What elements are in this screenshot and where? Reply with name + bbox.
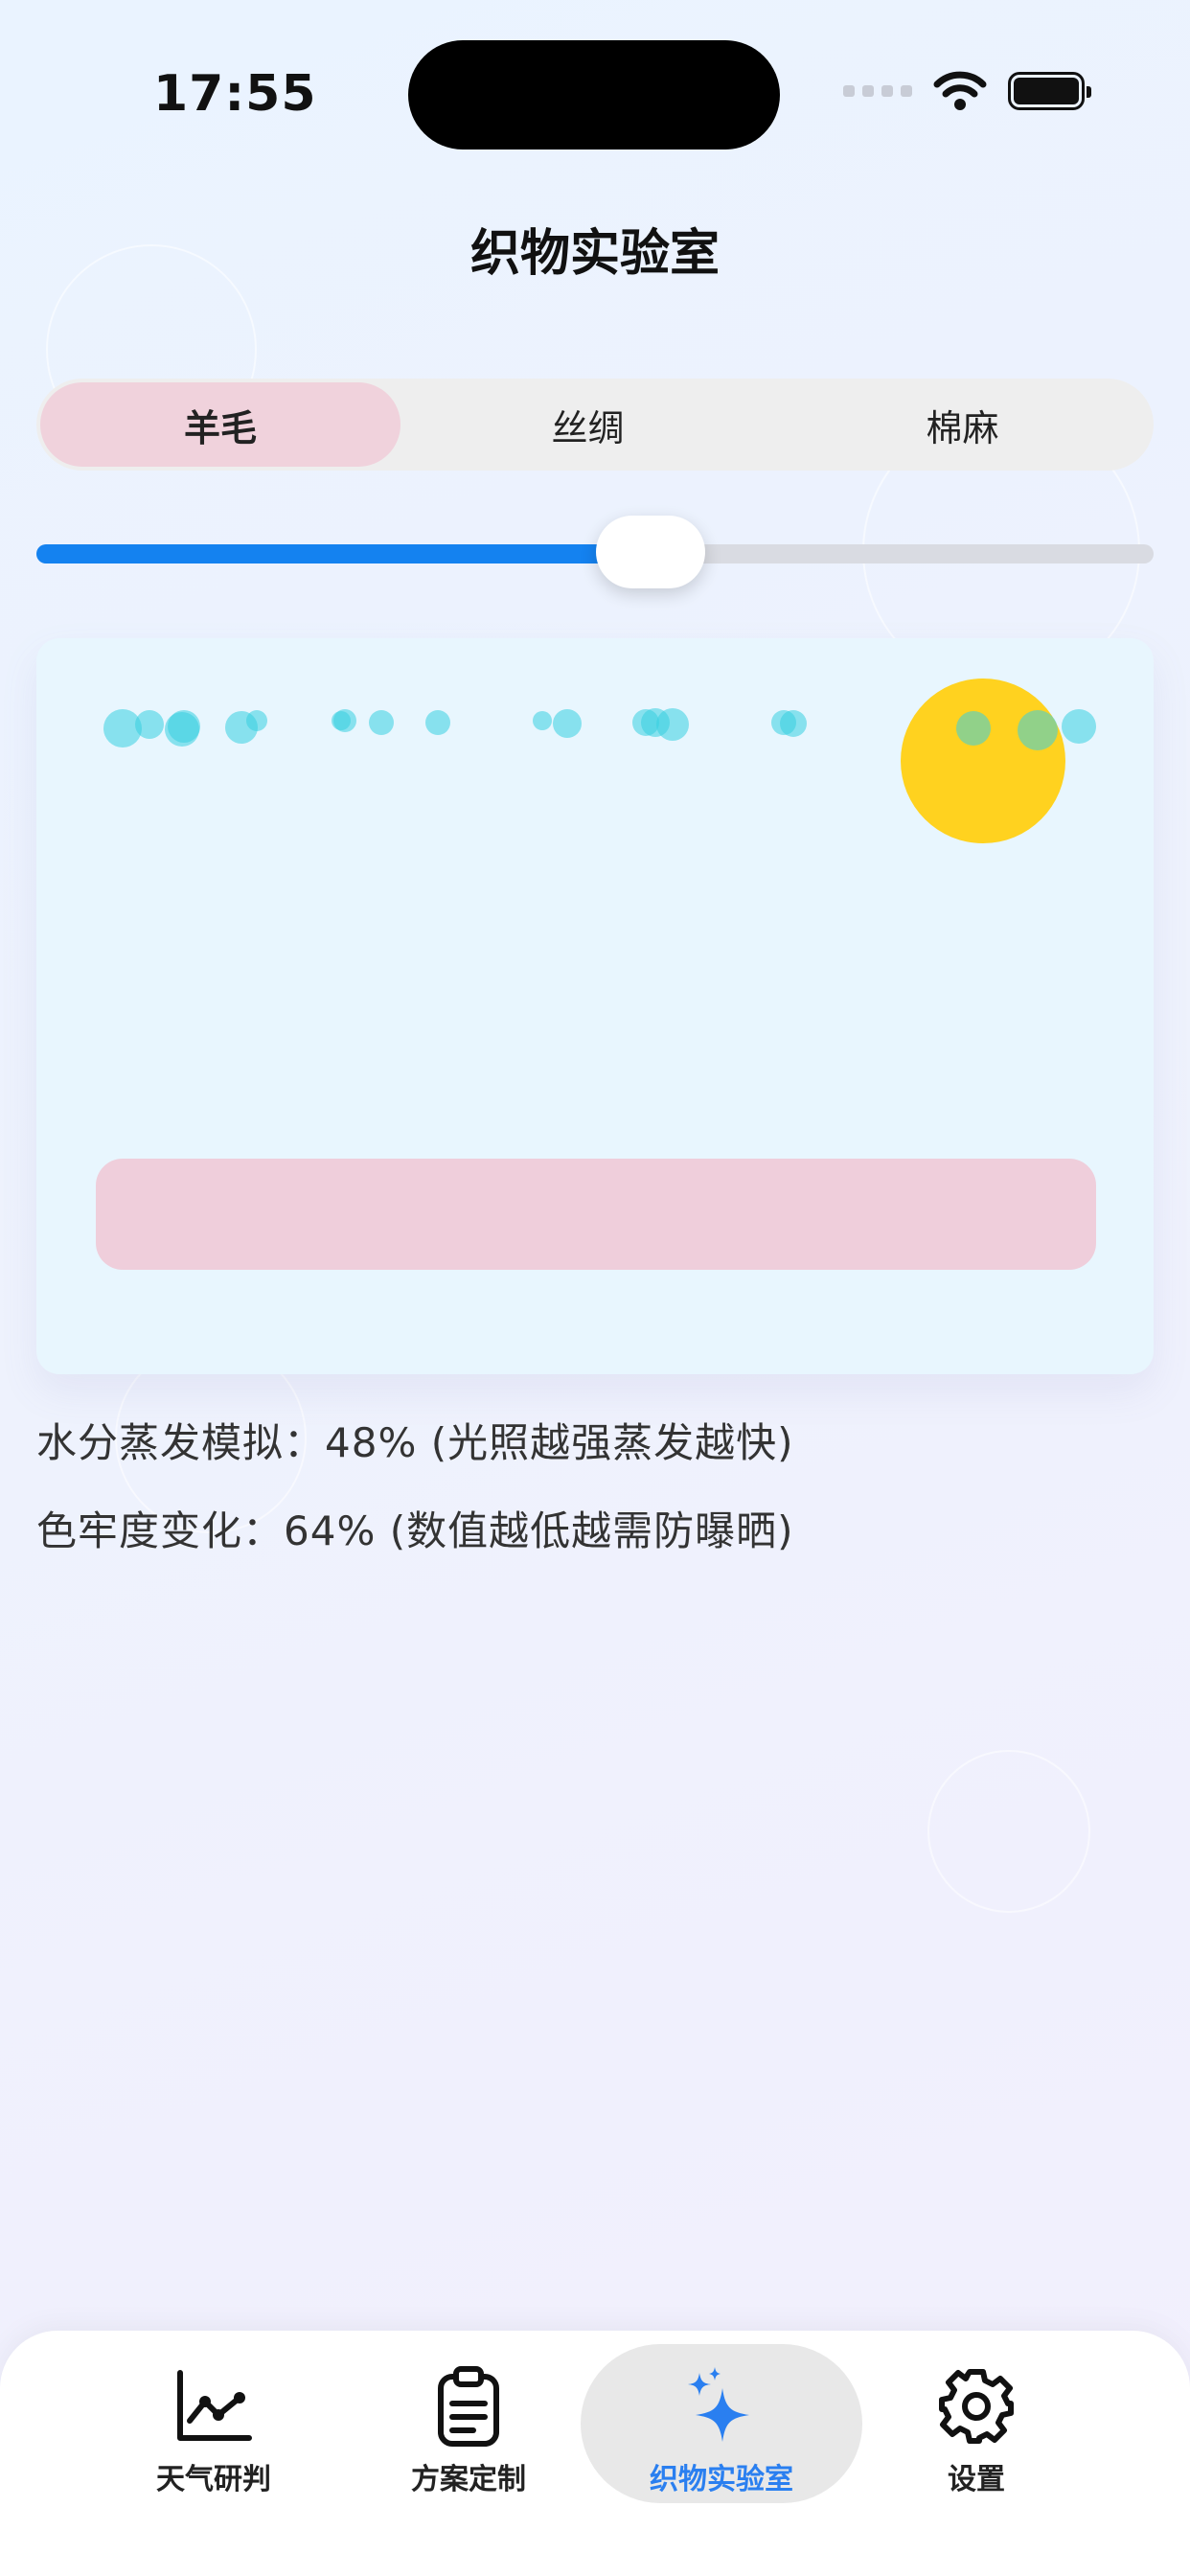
light-intensity-slider[interactable] [36, 516, 1154, 588]
water-droplet [425, 710, 450, 735]
battery-icon [1008, 72, 1091, 110]
water-droplet [165, 712, 199, 747]
water-droplet [956, 711, 991, 746]
tab-fabric-lab[interactable]: 织物实验室 [581, 2344, 862, 2503]
water-droplet [369, 710, 394, 735]
slider-fill [36, 544, 652, 564]
cellular-signal-icon [843, 85, 912, 97]
water-droplet [553, 709, 582, 738]
tab-label: 织物实验室 [650, 2463, 793, 2496]
tab-label: 设置 [948, 2463, 1005, 2496]
colorfastness-readout: 色牢度变化：64% (数值越低越需防曝晒) [36, 1507, 794, 1554]
sun-icon [901, 678, 1065, 843]
water-droplet [656, 708, 689, 741]
simulation-drawing [96, 678, 1096, 1270]
segment-silk[interactable]: 丝绸 [400, 382, 775, 467]
water-droplet [533, 711, 552, 730]
segment-cotton-linen[interactable]: 棉麻 [775, 382, 1150, 467]
water-droplet [1062, 709, 1096, 744]
water-droplet [246, 710, 267, 731]
segment-wool[interactable]: 羊毛 [40, 382, 400, 467]
sparkles-icon [688, 2367, 749, 2442]
tab-weather-analysis[interactable]: 天气研判 [73, 2344, 355, 2503]
gear-icon [939, 2369, 1014, 2444]
clipboard-icon [438, 2366, 499, 2447]
slider-thumb[interactable] [596, 516, 706, 588]
dynamic-island [408, 40, 780, 150]
tab-plan-customization[interactable]: 方案定制 [328, 2344, 609, 2503]
status-indicators [843, 71, 1091, 111]
wifi-icon [933, 71, 987, 110]
fabric-swatch [96, 1159, 1096, 1270]
water-droplet [135, 710, 164, 739]
simulation-canvas [36, 638, 1154, 1374]
tab-bar: 天气研判 方案定制 织物实验室 设置 [0, 2331, 1190, 2576]
line-chart-icon [177, 2370, 252, 2441]
tab-label: 天气研判 [156, 2463, 271, 2496]
water-droplet [1018, 710, 1058, 750]
background-bubble [927, 1750, 1090, 1913]
page-title: 织物实验室 [469, 225, 720, 283]
tab-label: 方案定制 [411, 2463, 526, 2496]
status-time: 17:55 [153, 65, 317, 123]
fabric-segmented-control: 羊毛 丝绸 棉麻 [36, 379, 1154, 471]
water-droplet [780, 710, 807, 737]
water-droplet [333, 709, 356, 732]
tab-settings[interactable]: 设置 [835, 2344, 1117, 2503]
evaporation-readout: 水分蒸发模拟：48% (光照越强蒸发越快) [36, 1419, 794, 1466]
